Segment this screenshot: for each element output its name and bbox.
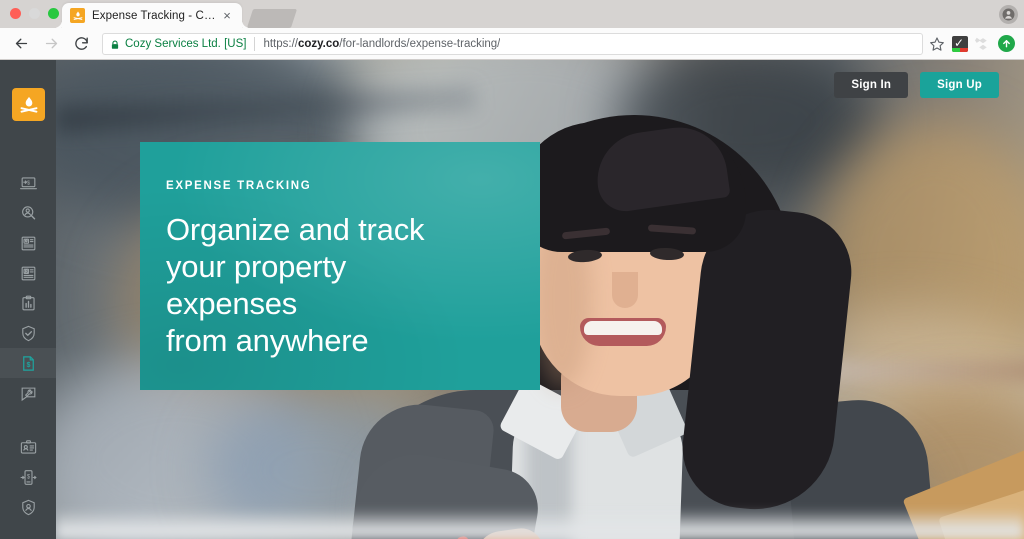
sidebar-item-mobile-payments[interactable]: $ [0, 462, 56, 492]
sidebar-item-tenant-profile[interactable] [0, 258, 56, 288]
cozy-campfire-logo[interactable] [12, 88, 45, 121]
profile-avatar-icon[interactable] [999, 5, 1018, 24]
svg-text:$: $ [26, 360, 30, 368]
sign-in-button[interactable]: Sign In [834, 72, 909, 98]
sidebar-item-id-card[interactable] [0, 432, 56, 462]
back-button[interactable] [8, 31, 34, 57]
bookmark-star-icon[interactable] [929, 36, 945, 52]
hero-headline: Organize and track your property expense… [166, 211, 540, 359]
secure-lock-icon [110, 38, 120, 50]
tab-strip: Expense Tracking - Cozy × [0, 0, 1024, 28]
url-text: https://cozy.co/for-landlords/expense-tr… [263, 38, 500, 50]
hero-headline-line: from anywhere [166, 323, 369, 358]
omnibox-separator [254, 36, 256, 51]
dropbox-extension-icon[interactable] [975, 36, 991, 52]
sidebar-item-account-security[interactable] [0, 492, 56, 522]
reload-button[interactable] [68, 31, 94, 57]
url-scheme: https:// [263, 37, 298, 50]
new-tab-button[interactable] [246, 9, 298, 28]
maximize-window-button[interactable] [48, 8, 59, 19]
url-host: cozy.co [297, 37, 340, 50]
browser-window: Expense Tracking - Cozy × Cozy Services … [0, 0, 1024, 539]
hero-headline-line: your property [166, 249, 347, 284]
sidebar-item-maintenance[interactable] [0, 378, 56, 408]
site-identity-label: Cozy Services Ltd. [US] [125, 37, 247, 50]
svg-text:$: $ [26, 180, 29, 186]
checkmark-extension-icon[interactable]: ✓ [952, 35, 968, 52]
sidebar-item-expense-tracking[interactable]: $ [0, 348, 56, 378]
auth-button-group: Sign In Sign Up [834, 72, 999, 98]
minimize-window-button[interactable] [29, 8, 40, 19]
url-path: /for-landlords/expense-tracking/ [339, 37, 501, 50]
forward-button[interactable] [38, 31, 64, 57]
hero-headline-line: Organize and track [166, 212, 425, 247]
sidebar-item-tenant-screening[interactable] [0, 198, 56, 228]
sidebar-item-renters-insurance[interactable] [0, 318, 56, 348]
app-sidebar: $ $ $ [0, 60, 56, 539]
sidebar-item-rental-application[interactable] [0, 228, 56, 258]
tab-title: Expense Tracking - Cozy [92, 9, 220, 22]
sidebar-item-receive-payments[interactable]: $ [0, 168, 56, 198]
sign-up-button[interactable]: Sign Up [920, 72, 999, 98]
sidebar-secondary-nav: $ [0, 432, 56, 522]
toolbar-icon-group: ✓ [929, 35, 1024, 52]
hero-card: EXPENSE TRACKING Organize and track your… [140, 142, 540, 390]
address-bar[interactable]: Cozy Services Ltd. [US] https://cozy.co/… [102, 32, 923, 55]
page-content: $ $ $ Sign In Sign Up EXPENSE TRACKING O… [0, 60, 1024, 539]
browser-tab[interactable]: Expense Tracking - Cozy × [62, 3, 242, 28]
sidebar-primary-nav: $ $ [0, 168, 56, 408]
window-traffic-lights [10, 8, 59, 19]
browser-toolbar: Cozy Services Ltd. [US] https://cozy.co/… [0, 28, 1024, 60]
cozy-campfire-favicon [70, 8, 85, 23]
hero-headline-line: expenses [166, 286, 298, 321]
svg-text:$: $ [26, 474, 30, 480]
sidebar-item-reports[interactable] [0, 288, 56, 318]
hero-eyebrow: EXPENSE TRACKING [166, 180, 312, 192]
download-extension-icon[interactable] [998, 35, 1015, 52]
tab-close-icon[interactable]: × [220, 9, 234, 23]
hero-section: Sign In Sign Up EXPENSE TRACKING Organiz… [56, 60, 1024, 539]
close-window-button[interactable] [10, 8, 21, 19]
